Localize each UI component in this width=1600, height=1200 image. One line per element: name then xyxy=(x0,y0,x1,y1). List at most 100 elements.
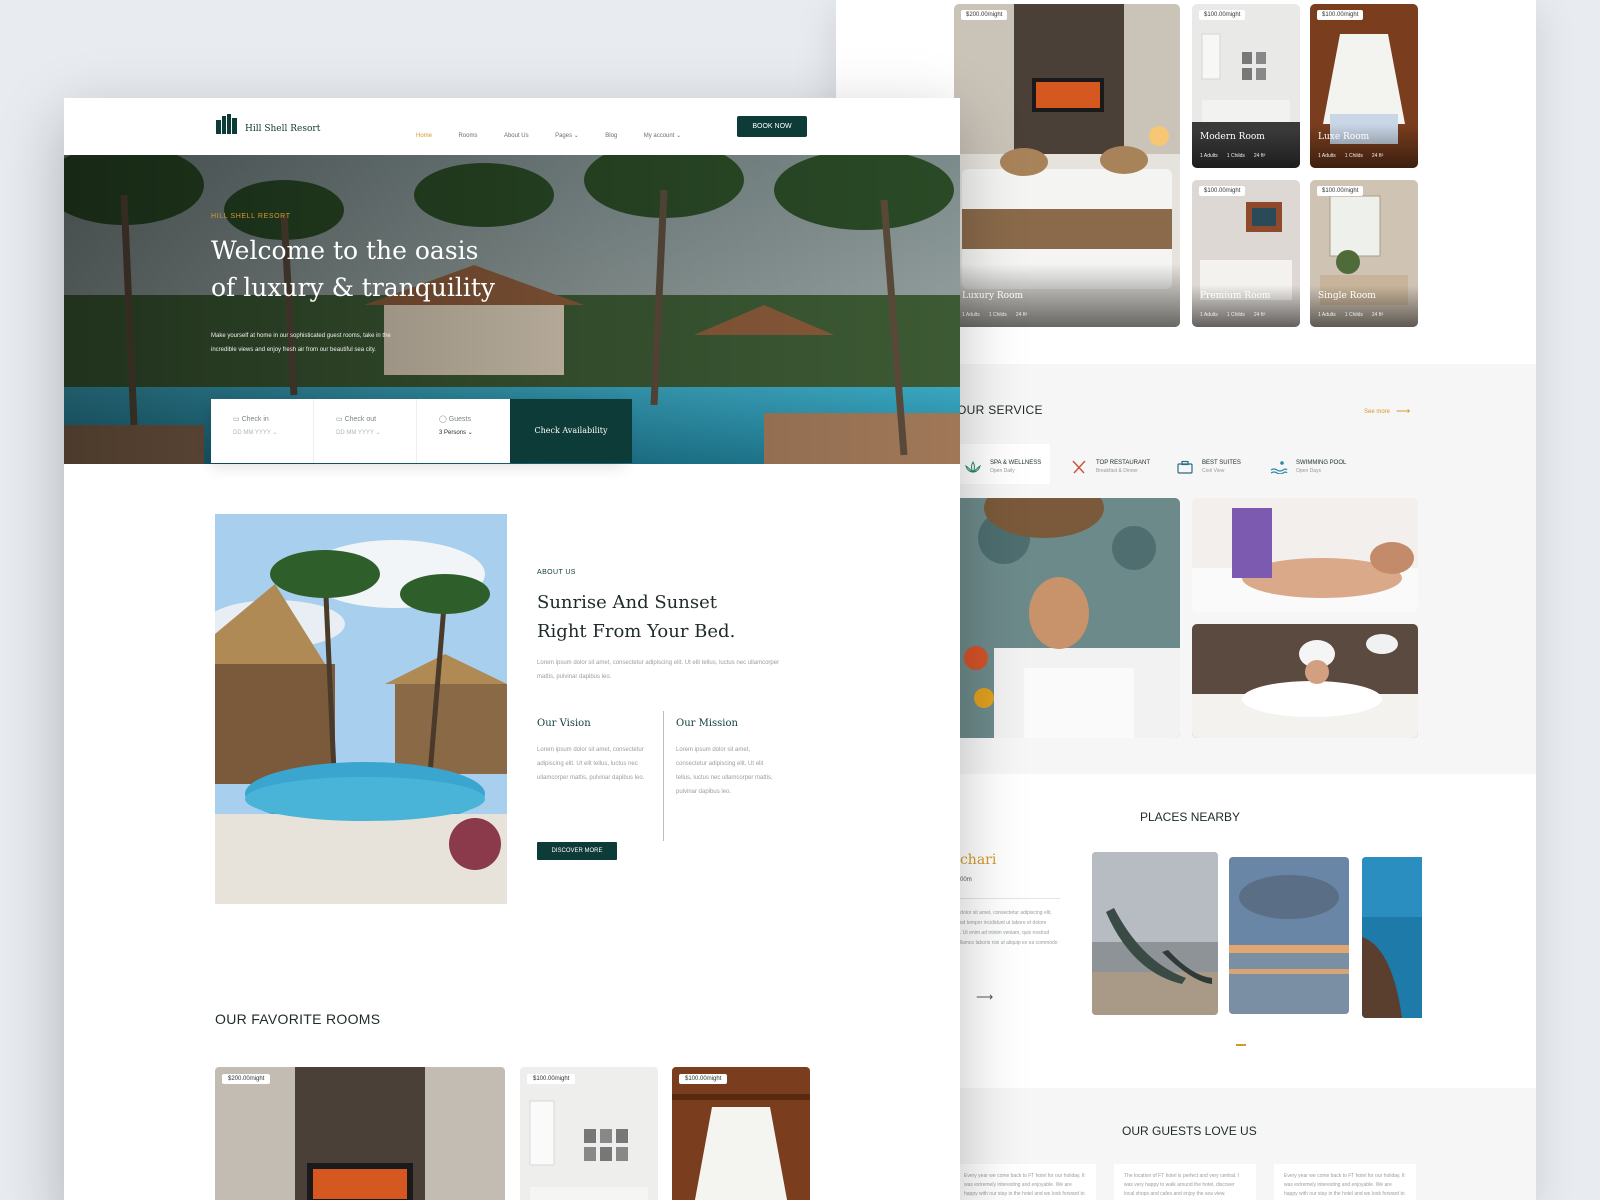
price-badge: $200.00/night xyxy=(961,10,1008,20)
guests-title: OUR GUESTS LOVE US xyxy=(1122,1124,1257,1138)
childs-info: 1 Childs xyxy=(1226,153,1245,159)
review-text: Every year we come back to FT hotel for … xyxy=(964,1173,1085,1197)
adults-info: 1 Adults xyxy=(1200,312,1218,318)
see-more-link[interactable]: See more ⟶ xyxy=(1364,406,1410,417)
room-meta: 1 Adults 1 Childs 24 ft² xyxy=(1200,312,1265,318)
calendar-icon: ▭ xyxy=(233,416,240,423)
price-badge: $100.00/night xyxy=(1317,10,1364,20)
nav-account[interactable]: My account ⌄ xyxy=(644,133,681,139)
mission-body: Lorem ipsum dolor sit amet, consectetur … xyxy=(676,747,773,795)
guests-value: 3 Persons xyxy=(439,430,467,436)
about-title: Sunrise And Sunset Right From Your Bed. xyxy=(537,588,735,646)
brand-name: Hill Shell Resort xyxy=(245,124,321,134)
price-badge: $100.00/night xyxy=(527,1074,576,1084)
chevron-down-icon: ⌄ xyxy=(272,430,278,436)
about-resort-photo xyxy=(215,514,507,904)
site-header: Hill Shell Resort Home Rooms About Us Pa… xyxy=(64,98,960,155)
place-next-arrow[interactable]: ⟶ xyxy=(976,990,993,1004)
room-card[interactable]: $100.00/night Single Room 1 Adults 1 Chi… xyxy=(1310,180,1418,327)
user-icon: ◯ xyxy=(439,416,447,423)
book-now-button[interactable]: BOOK NOW xyxy=(737,116,807,137)
sunset-beach-photo[interactable] xyxy=(1229,857,1349,1014)
service-title: OUR SERVICE xyxy=(957,403,1043,417)
price-badge: $100.00/night xyxy=(1199,186,1246,196)
room-photo xyxy=(1310,180,1418,327)
service-tab-title: SPA & WELLNESS xyxy=(990,459,1042,466)
guests-label: Guests xyxy=(448,416,471,423)
guests-field[interactable]: ◯ Guests 3 Persons ⌄ xyxy=(417,399,520,463)
room-card[interactable]: $100.00/night Modern Room 1 Adults 1 Chi… xyxy=(1192,4,1300,168)
adults-info: 1 Adults xyxy=(962,312,980,318)
childs-info: 1 Childs xyxy=(1344,153,1363,159)
price-badge: $100.00/night xyxy=(679,1074,728,1084)
rooms-section-title: OUR FAVORITE ROOMS xyxy=(215,1011,381,1027)
vision-title: Our Vision xyxy=(537,718,591,729)
spa-oil-photo xyxy=(1192,498,1418,612)
service-tab-spa[interactable]: SPA & WELLNESS Open Daily xyxy=(964,450,1041,484)
room-card[interactable]: $200.00/night xyxy=(215,1067,505,1200)
review-text: Every year we come back to FT hotel for … xyxy=(1284,1173,1405,1197)
nav-home[interactable]: Home xyxy=(416,133,432,139)
room-name: Modern Room xyxy=(1200,132,1265,142)
check-availability-button[interactable]: Check Availability xyxy=(510,399,632,463)
nav-rooms[interactable]: Rooms xyxy=(458,133,477,139)
room-card[interactable]: $100.00/night xyxy=(672,1067,810,1200)
hero-title-line2: of luxury & tranquility xyxy=(211,273,496,302)
calendar-icon: ▭ xyxy=(336,416,343,423)
spa-bath-photo xyxy=(1192,624,1418,738)
lotus-icon xyxy=(965,461,981,473)
check-out-value: DD MM YYYY xyxy=(336,430,374,436)
check-out-field[interactable]: ▭ Check out DD MM YYYY ⌄ xyxy=(314,399,417,463)
check-in-field[interactable]: ▭ Check in DD MM YYYY ⌄ xyxy=(211,399,314,463)
coast-cliff-photo[interactable] xyxy=(1362,857,1422,1018)
room-card[interactable]: $100.00/night Luxe Room 1 Adults 1 Child… xyxy=(1310,4,1418,168)
room-card[interactable]: $100.00/night xyxy=(520,1067,658,1200)
chevron-down-icon: ⌄ xyxy=(467,430,473,436)
vision-mission-divider xyxy=(663,711,664,841)
adults-info: 1 Adults xyxy=(1318,312,1336,318)
service-tab-restaurant[interactable]: TOP RESTAURANT Breakfast & Dinner xyxy=(1070,450,1150,484)
hero-title: Welcome to the oasis of luxury & tranqui… xyxy=(211,232,495,306)
adults-info: 1 Adults xyxy=(1200,153,1218,159)
room-name: Luxe Room xyxy=(1318,132,1370,142)
front-page-preview: Hill Shell Resort Home Rooms About Us Pa… xyxy=(64,98,960,1200)
brand-logo[interactable]: Hill Shell Resort xyxy=(215,114,320,134)
spa-facial-photo xyxy=(954,498,1180,738)
service-tab-sub: Open Daily xyxy=(990,468,1015,474)
room-photo xyxy=(1192,4,1300,168)
building-icon xyxy=(216,114,237,134)
beach-boats-photo[interactable] xyxy=(1092,852,1218,1015)
nav-pages[interactable]: Pages ⌄ xyxy=(555,133,579,139)
room-photo xyxy=(520,1067,658,1200)
childs-info: 1 Childs xyxy=(988,312,1007,318)
hero-eyebrow: HILL SHELL RESORT xyxy=(211,213,291,220)
service-tab-title: SWIMMING POOL xyxy=(1296,459,1347,466)
service-tab-suites[interactable]: BEST SUITES Cool View xyxy=(1176,450,1241,484)
adults-info: 1 Adults xyxy=(1318,153,1336,159)
discover-more-button[interactable]: DISCOVER MORE xyxy=(537,842,617,860)
carousel-indicator[interactable] xyxy=(1236,1044,1246,1046)
suitcase-icon xyxy=(1177,460,1193,474)
nav-blog[interactable]: Blog xyxy=(605,133,617,139)
mission-title: Our Mission xyxy=(676,718,738,729)
room-photo xyxy=(672,1067,810,1200)
chevron-down-icon: ⌄ xyxy=(375,430,381,436)
price-badge: $200.00/night xyxy=(222,1074,271,1084)
service-tab-pool[interactable]: SWIMMING POOL Open Days xyxy=(1270,450,1346,484)
arrow-right-icon: ⟶ xyxy=(1396,406,1411,417)
price-badge: $100.00/night xyxy=(1317,186,1364,196)
review-card: Every year we come back to FT hotel for … xyxy=(954,1164,1096,1200)
room-card[interactable]: $100.00/night Premium Room 1 Adults 1 Ch… xyxy=(1192,180,1300,327)
room-card[interactable]: $200.00/night Luxury Room 1 Adults 1 Chi… xyxy=(954,4,1180,327)
service-tab-title: TOP RESTAURANT xyxy=(1096,459,1151,466)
room-name: Luxury Room xyxy=(962,291,1024,301)
area-info: 24 ft² xyxy=(1015,312,1028,318)
service-tab-sub: Breakfast & Dinner xyxy=(1096,468,1138,474)
room-meta: 1 Adults 1 Childs 24 ft² xyxy=(1200,153,1265,159)
room-meta: 1 Adults 1 Childs 24 ft² xyxy=(1318,153,1383,159)
about-title-line2: Right From Your Bed. xyxy=(537,621,736,642)
area-info: 24 ft² xyxy=(1371,312,1384,318)
nav-about[interactable]: About Us xyxy=(504,133,529,139)
check-out-label: Check out xyxy=(344,416,377,423)
utensils-icon xyxy=(1072,460,1086,474)
